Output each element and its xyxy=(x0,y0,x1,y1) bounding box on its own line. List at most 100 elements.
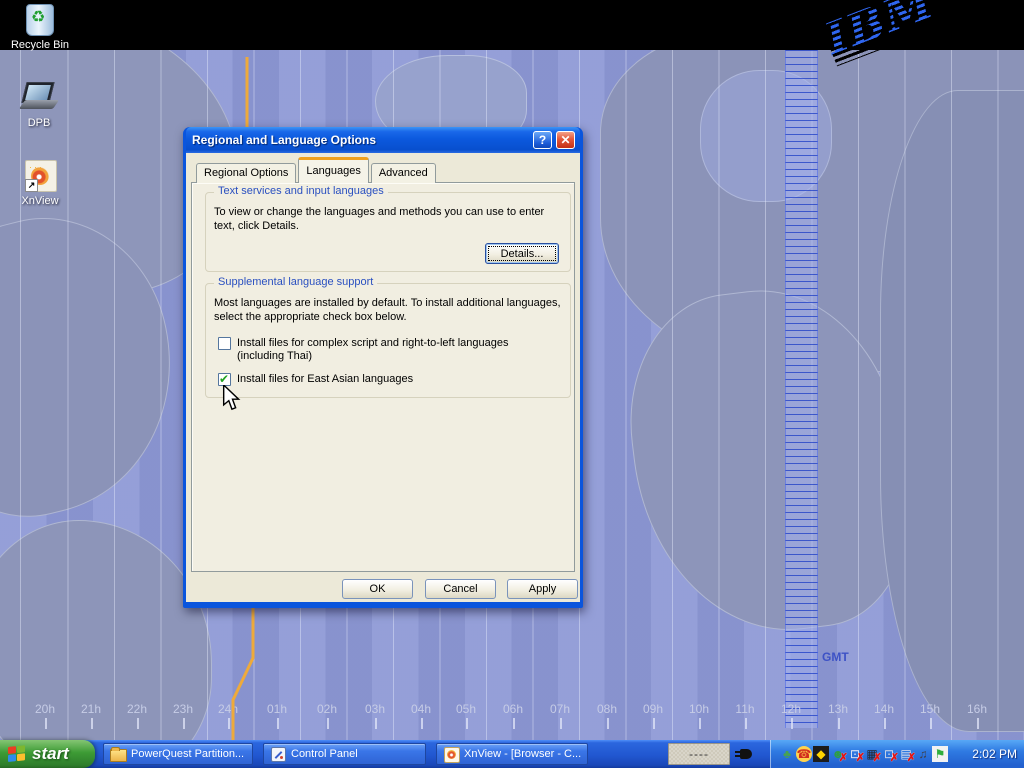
timezone-label-21h: 21h xyxy=(68,702,114,716)
close-button[interactable]: ✕ xyxy=(556,131,575,149)
timezone-label-01h: 01h xyxy=(254,702,300,716)
group-supplemental-language: Supplemental language support Most langu… xyxy=(205,283,571,398)
group-title: Supplemental language support xyxy=(214,276,377,288)
timezone-tick xyxy=(607,718,609,729)
east-asian-checkbox[interactable] xyxy=(218,373,231,386)
checkbox-row-east-asian[interactable]: Install files for East Asian languages xyxy=(218,373,555,386)
taskbar-button-xnview[interactable]: XnView - [Browser - C... xyxy=(436,743,588,765)
volume-icon-glyph: ♫ xyxy=(915,746,931,762)
timezone-tick xyxy=(91,718,93,729)
checkbox-label: Install files for East Asian languages xyxy=(237,373,555,386)
timezone-tick xyxy=(930,718,932,729)
tab-strip: Regional Options Languages Advanced xyxy=(196,162,438,183)
timezone-tick xyxy=(699,718,701,729)
desktop-icon-xnview[interactable]: ··· ↗ XnView xyxy=(8,160,72,207)
desktop-icon-recycle-bin[interactable]: ♻ Recycle Bin xyxy=(8,4,72,51)
checkbox-row-complex-script[interactable]: Install files for complex script and rig… xyxy=(218,337,555,363)
timezone-tick xyxy=(838,718,840,729)
timezone-label-09h: 09h xyxy=(630,702,676,716)
tab-advanced[interactable]: Advanced xyxy=(371,163,436,183)
folder-icon xyxy=(110,747,126,761)
battery-meter-icon[interactable]: ◆ xyxy=(813,746,829,762)
tab-regional-options[interactable]: Regional Options xyxy=(196,163,296,183)
xnview-icon: ··· ↗ xyxy=(23,160,57,192)
xnview-icon xyxy=(443,747,459,761)
group-body-text: Most languages are installed by default.… xyxy=(214,296,562,324)
timezone-label-11h: 11h xyxy=(722,702,768,716)
timezone-label-12h: 12h xyxy=(768,702,814,716)
group-body-text: To view or change the languages and meth… xyxy=(214,205,550,233)
recycle-symbol: ♻ xyxy=(31,10,45,26)
apply-button[interactable]: Apply xyxy=(507,579,578,599)
timezone-tick xyxy=(791,718,793,729)
system-tray: ♣☎◆☻✗⊡✗▦✗⊡✗▤✗♫⚑ 2:02 PM xyxy=(770,740,1024,768)
top-banner: IBM xyxy=(0,0,1024,50)
timezone-label-06h: 06h xyxy=(490,702,536,716)
timezone-tick xyxy=(421,718,423,729)
battery-meter-deskband[interactable]: ---- xyxy=(668,743,730,765)
laptop-icon xyxy=(22,82,56,114)
computer-offline-icon[interactable]: ⊡✗ xyxy=(881,746,897,762)
details-button[interactable]: Details... xyxy=(485,243,559,264)
gmt-meridian-band xyxy=(785,50,818,728)
timezone-label-24h: 24h xyxy=(205,702,251,716)
taskbar-button-label: Control Panel xyxy=(291,748,358,760)
laptop-base xyxy=(19,100,59,109)
taskbar: start PowerQuest Partition... Control Pa… xyxy=(0,740,1024,768)
timezone-tick xyxy=(745,718,747,729)
standby-icon[interactable]: ♣ xyxy=(779,746,795,762)
audio-device-error-icon[interactable]: ▤✗ xyxy=(898,746,914,762)
timezone-label-03h: 03h xyxy=(352,702,398,716)
ac-power-plug-icon xyxy=(734,747,756,762)
taskbar-button-label: XnView - [Browser - C... xyxy=(464,748,581,760)
support-phone-icon-glyph: ☎ xyxy=(796,746,812,762)
window-title: Regional and Language Options xyxy=(186,133,376,147)
timezone-tick xyxy=(327,718,329,729)
windows-flag-icon xyxy=(8,745,27,764)
timezone-label-20h: 20h xyxy=(22,702,68,716)
cancel-button[interactable]: Cancel xyxy=(425,579,496,599)
display-driver-error-icon[interactable]: ▦✗ xyxy=(864,746,880,762)
timezone-tick xyxy=(560,718,562,729)
timezone-tick xyxy=(277,718,279,729)
shortcut-arrow-icon: ↗ xyxy=(25,179,38,192)
timezone-tick xyxy=(977,718,979,729)
timezone-label-15h: 15h xyxy=(907,702,953,716)
messenger-offline-icon[interactable]: ☻✗ xyxy=(830,746,846,762)
display-settings-icon-glyph: ⚑ xyxy=(932,746,948,762)
timezone-tick xyxy=(228,718,230,729)
taskbar-clock[interactable]: 2:02 PM xyxy=(972,740,1017,768)
tab-languages[interactable]: Languages xyxy=(298,157,368,183)
timezone-label-22h: 22h xyxy=(114,702,160,716)
control-panel-icon xyxy=(270,747,286,761)
support-phone-icon[interactable]: ☎ xyxy=(796,746,812,762)
timezone-tick xyxy=(466,718,468,729)
taskbar-button-label: PowerQuest Partition... xyxy=(131,748,244,760)
timezone-label-14h: 14h xyxy=(861,702,907,716)
help-button[interactable]: ? xyxy=(533,131,552,149)
timezone-tick xyxy=(884,718,886,729)
window-titlebar[interactable]: Regional and Language Options ? ✕ xyxy=(186,127,580,153)
battery-meter-icon-glyph: ◆ xyxy=(813,746,829,762)
volume-icon[interactable]: ♫ xyxy=(915,746,931,762)
display-settings-icon[interactable]: ⚑ xyxy=(932,746,948,762)
timezone-label-07h: 07h xyxy=(537,702,583,716)
complex-script-checkbox[interactable] xyxy=(218,337,231,350)
taskbar-button-powerquest[interactable]: PowerQuest Partition... xyxy=(103,743,253,765)
taskbar-button-control-panel[interactable]: Control Panel xyxy=(263,743,426,765)
start-button[interactable]: start xyxy=(0,740,95,768)
timezone-label-16h: 16h xyxy=(954,702,1000,716)
standby-icon-glyph: ♣ xyxy=(779,746,795,762)
network-disconnected-icon[interactable]: ⊡✗ xyxy=(847,746,863,762)
desktop-icon-dpb[interactable]: DPB xyxy=(7,82,71,129)
timezone-tick xyxy=(45,718,47,729)
timezone-label-08h: 08h xyxy=(584,702,630,716)
timezone-label-13h: 13h xyxy=(815,702,861,716)
timezone-tick xyxy=(183,718,185,729)
recycle-bin-shape: ♻ xyxy=(26,4,54,36)
ok-button[interactable]: OK xyxy=(342,579,413,599)
timezone-label-23h: 23h xyxy=(160,702,206,716)
timezone-label-05h: 05h xyxy=(443,702,489,716)
group-title: Text services and input languages xyxy=(214,185,388,197)
timezone-label-02h: 02h xyxy=(304,702,350,716)
